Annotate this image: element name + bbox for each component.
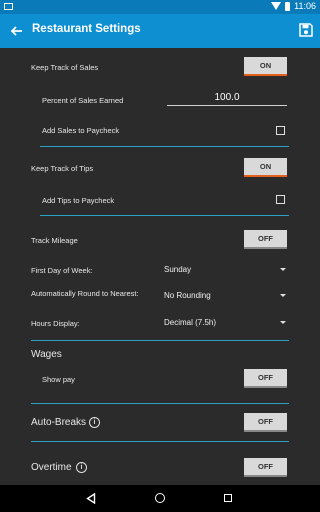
page-title: Restaurant Settings bbox=[32, 23, 141, 35]
back-arrow-icon[interactable] bbox=[9, 23, 25, 39]
percent-sales-label: Percent of Sales Earned bbox=[42, 96, 124, 105]
auto-breaks-toggle[interactable]: OFF bbox=[244, 413, 287, 432]
first-day-dropdown[interactable]: Sunday bbox=[164, 265, 287, 277]
show-pay-label: Show pay bbox=[42, 375, 75, 384]
add-tips-paycheck-label: Add Tips to Paycheck bbox=[42, 196, 115, 205]
overtime-toggle[interactable]: OFF bbox=[244, 458, 287, 477]
wifi-icon bbox=[271, 2, 282, 10]
hours-display-value: Decimal (7.5h) bbox=[164, 318, 217, 327]
system-nav-bar bbox=[0, 485, 320, 512]
divider bbox=[31, 340, 289, 341]
divider bbox=[31, 403, 289, 404]
wages-heading: Wages bbox=[31, 349, 62, 360]
round-nearest-label: Automatically Round to Nearest: bbox=[31, 289, 139, 298]
dropdown-caret-icon bbox=[280, 268, 286, 271]
hours-display-label: Hours Display: bbox=[31, 319, 80, 328]
divider bbox=[40, 146, 289, 147]
screenshot-notification-icon bbox=[4, 3, 13, 10]
nav-home-icon[interactable] bbox=[155, 493, 165, 503]
status-bar-right: 11:06 bbox=[271, 1, 316, 11]
divider bbox=[40, 215, 289, 216]
keep-track-sales-toggle[interactable]: ON bbox=[244, 57, 287, 76]
round-nearest-dropdown[interactable]: No Rounding bbox=[164, 291, 287, 303]
round-nearest-value: No Rounding bbox=[164, 291, 211, 300]
show-pay-toggle[interactable]: OFF bbox=[244, 369, 287, 388]
auto-breaks-info-icon[interactable]: i bbox=[89, 417, 100, 428]
first-day-value: Sunday bbox=[164, 265, 192, 274]
keep-track-tips-toggle[interactable]: ON bbox=[244, 158, 287, 177]
overtime-label: Overtime bbox=[31, 462, 72, 473]
add-sales-paycheck-label: Add Sales to Paycheck bbox=[42, 126, 120, 135]
app-bar: Restaurant Settings bbox=[0, 14, 320, 48]
settings-content: Keep Track of Sales ON Percent of Sales … bbox=[0, 48, 320, 485]
save-icon[interactable] bbox=[299, 23, 313, 37]
keep-track-sales-label: Keep Track of Sales bbox=[31, 63, 99, 72]
nav-recent-apps-icon[interactable] bbox=[224, 494, 232, 502]
add-sales-paycheck-checkbox[interactable] bbox=[276, 126, 285, 135]
dropdown-caret-icon bbox=[280, 321, 286, 324]
status-bar: 11:06 bbox=[0, 0, 320, 14]
track-mileage-toggle[interactable]: OFF bbox=[244, 230, 287, 249]
track-mileage-label: Track Mileage bbox=[31, 236, 78, 245]
hours-display-dropdown[interactable]: Decimal (7.5h) bbox=[164, 318, 287, 330]
overtime-info-icon[interactable]: i bbox=[76, 462, 87, 473]
percent-sales-input[interactable]: 100.0 bbox=[167, 92, 287, 106]
first-day-label: First Day of Week: bbox=[31, 266, 93, 275]
nav-back-icon[interactable] bbox=[86, 493, 96, 504]
divider bbox=[31, 441, 289, 442]
add-tips-paycheck-checkbox[interactable] bbox=[276, 195, 285, 204]
keep-track-tips-label: Keep Track of Tips bbox=[31, 164, 94, 173]
status-time: 11:06 bbox=[294, 1, 316, 11]
auto-breaks-label: Auto-Breaks bbox=[31, 417, 87, 428]
dropdown-caret-icon bbox=[280, 294, 286, 297]
battery-icon bbox=[285, 1, 291, 11]
